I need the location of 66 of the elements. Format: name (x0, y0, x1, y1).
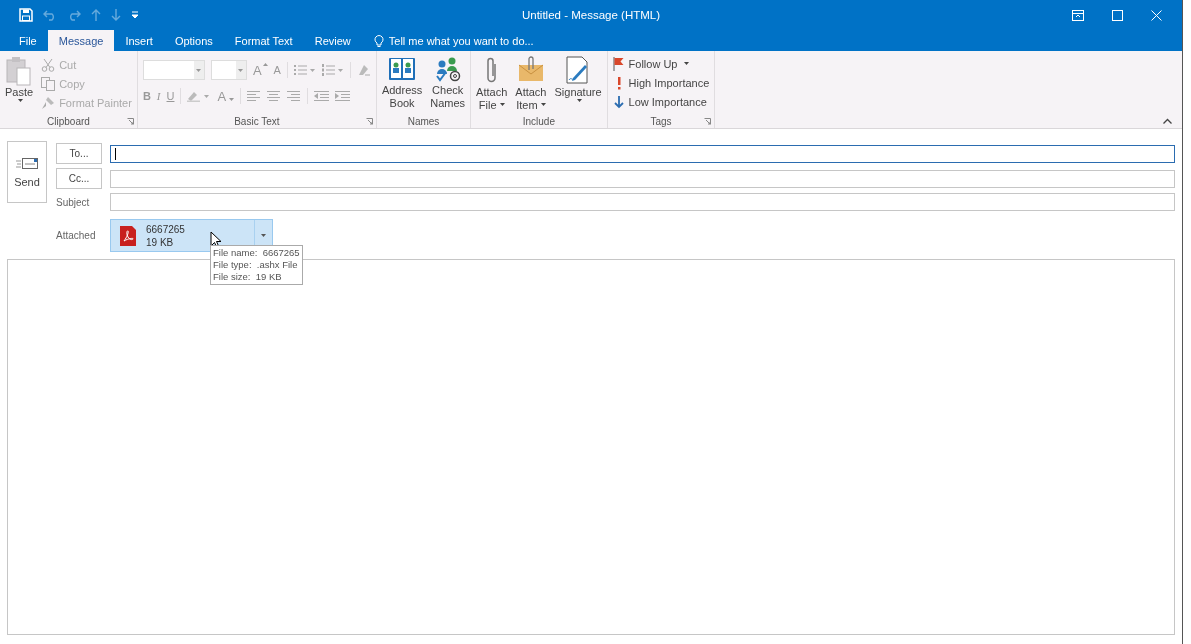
ribbon-tab[interactable]: File (8, 30, 48, 51)
people-check-icon (433, 56, 462, 82)
group-label: Clipboard (47, 115, 90, 127)
ribbon-tab[interactable]: Insert (114, 30, 164, 51)
down-arrow-icon (612, 94, 625, 109)
caret-icon (196, 68, 202, 72)
envelope-clip-icon (516, 56, 545, 84)
tag-button[interactable]: Low Importance (610, 93, 712, 110)
ribbon-button[interactable]: Address Book (379, 54, 425, 114)
lightbulb-icon (373, 34, 384, 47)
group-label: Include (522, 115, 555, 127)
clipboard-icon (6, 56, 33, 86)
caret-icon (261, 234, 266, 237)
ribbon-button[interactable]: Check Names (428, 54, 468, 114)
message-body-field[interactable] (7, 259, 1175, 635)
envelope-send-icon (15, 156, 39, 170)
group-label: Basic Text (234, 115, 280, 127)
subject-field[interactable] (110, 193, 1175, 211)
caret-icon (577, 99, 583, 102)
dialog-launcher-icon[interactable] (704, 118, 712, 125)
to-button[interactable]: To... (56, 143, 102, 164)
tooltip-line: File type: .ashx File (213, 259, 299, 271)
close-icon[interactable] (1151, 9, 1162, 21)
caret-up-icon (262, 62, 268, 66)
dialog-launcher-icon[interactable] (126, 118, 134, 125)
ribbon-display-icon[interactable] (1072, 9, 1084, 21)
cc-button[interactable]: Cc... (56, 168, 102, 189)
scissors-icon (41, 57, 56, 72)
copy-icon (41, 76, 56, 91)
dialog-launcher-icon[interactable] (365, 118, 373, 125)
customize-icon[interactable] (131, 11, 139, 19)
tooltip-line: File size: 19 KB (213, 271, 283, 283)
caret-icon (499, 103, 505, 106)
group-label: Names (407, 115, 440, 127)
cc-field[interactable] (110, 169, 1175, 188)
ribbon-tab[interactable]: Options (163, 30, 224, 51)
ribbon-button[interactable]: Signature (552, 54, 604, 114)
ribbon-tab[interactable]: Format Text (223, 30, 304, 51)
tooltip-line: File name: 6667265 (213, 247, 300, 259)
pdf-file-icon (120, 225, 136, 246)
flag-icon (612, 56, 625, 71)
caret-icon (238, 68, 244, 72)
paste-button[interactable]: Paste (3, 54, 36, 114)
collapse-ribbon-icon[interactable] (1163, 118, 1172, 124)
subject-label: Subject (56, 196, 91, 208)
group-label: Tags (650, 115, 672, 127)
attached-label: Attached (56, 230, 97, 241)
ribbon-tab[interactable]: Message (47, 30, 115, 51)
attachment-size: 19 KB (146, 235, 175, 249)
send-button[interactable]: Send (7, 141, 47, 203)
window-title: Untitled - Message (HTML) (522, 9, 660, 21)
address-book-icon (388, 56, 417, 82)
maximize-icon[interactable] (1112, 9, 1123, 21)
tag-button[interactable]: High Importance (610, 74, 712, 91)
caret-icon (540, 103, 546, 106)
attachment-name: 6667265 (146, 222, 185, 236)
tell-me-search[interactable]: Tell me what you want to do... (373, 30, 534, 51)
paintbrush-icon (41, 95, 56, 110)
caret-icon (229, 97, 235, 101)
ribbon-tab[interactable]: Review (303, 30, 362, 51)
caret-icon (684, 62, 690, 65)
tag-button[interactable]: Follow Up (610, 55, 712, 72)
save-icon[interactable] (19, 8, 33, 22)
ribbon-button[interactable]: Attach File (474, 54, 510, 114)
to-field[interactable] (110, 144, 1175, 163)
ribbon-button[interactable]: Attach Item (513, 54, 549, 114)
